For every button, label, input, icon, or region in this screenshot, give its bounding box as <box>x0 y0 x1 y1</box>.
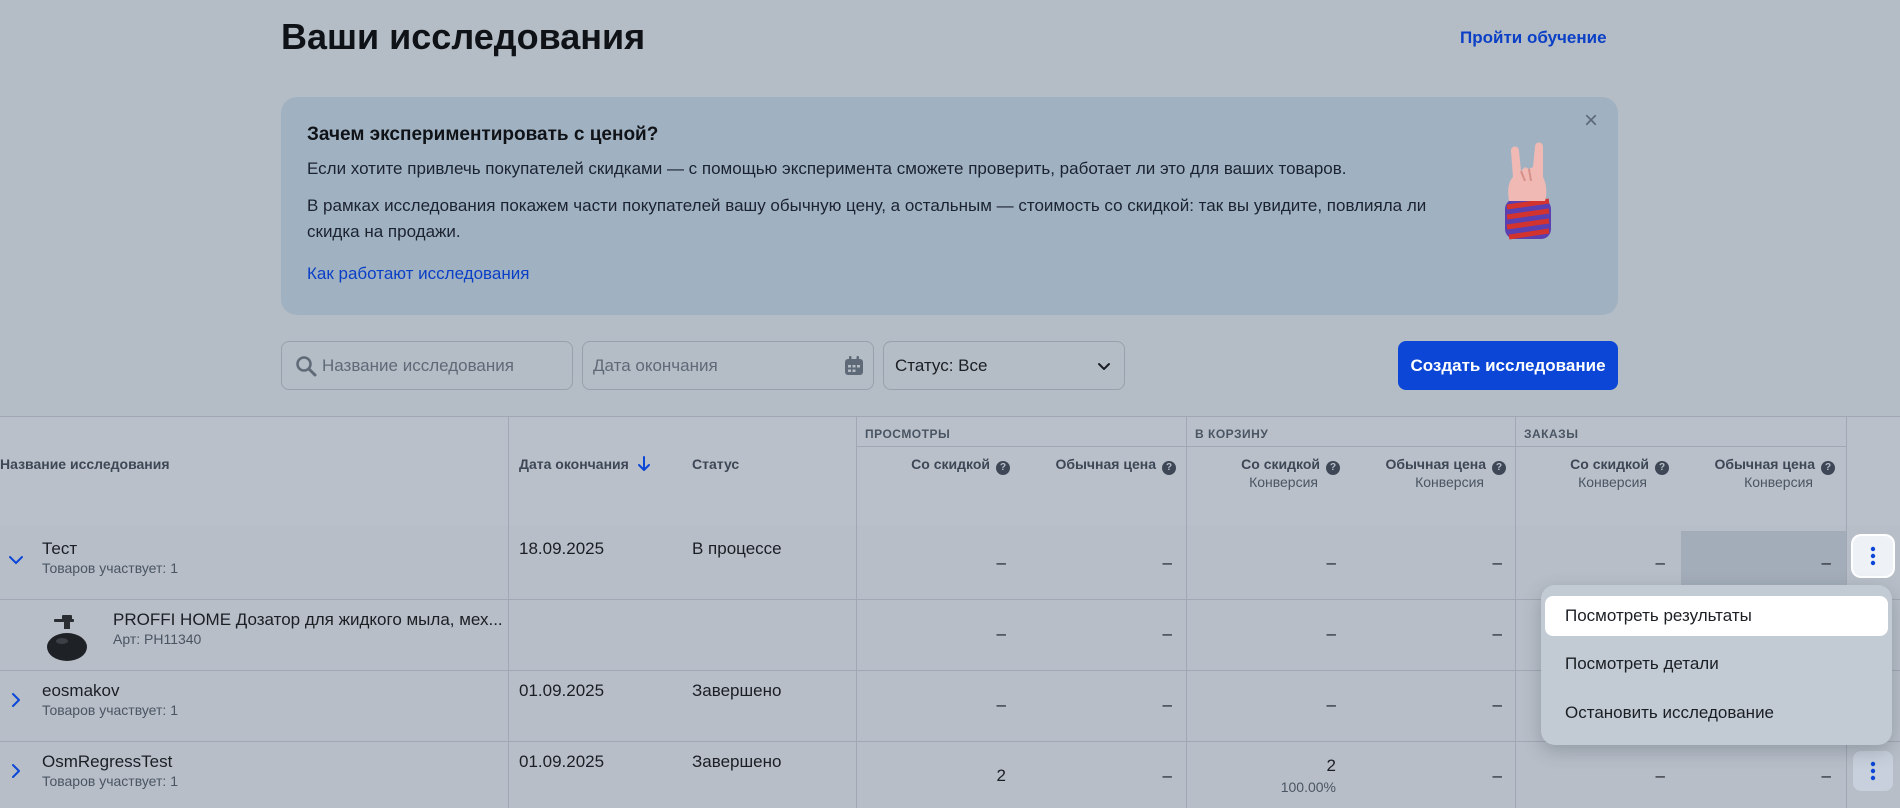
divider <box>508 416 509 808</box>
cart-discount-value: – <box>1326 624 1336 643</box>
study-name[interactable]: eosmakov <box>42 681 119 701</box>
end-date-input[interactable] <box>593 342 833 389</box>
study-items-count: Товаров участвует: 1 <box>42 560 178 576</box>
column-header-cart-regular: Обычная цена? <box>1385 456 1506 475</box>
views-regular-value: – <box>1162 624 1172 643</box>
chevron-down-icon[interactable] <box>8 552 24 568</box>
row-actions-button[interactable] <box>1853 536 1893 576</box>
banner-title: Зачем экспериментировать с ценой? <box>307 124 659 145</box>
cart-discount-conversion: 100.00% <box>1280 779 1336 795</box>
orders-regular-value: – <box>1821 553 1831 572</box>
info-banner: Зачем экспериментировать с ценой? Если х… <box>281 97 1618 315</box>
menu-item-view-results[interactable]: Посмотреть результаты <box>1545 596 1888 636</box>
cart-regular-value: – <box>1492 766 1502 785</box>
column-subheader-conversion: Конверсия <box>1744 474 1813 490</box>
divider <box>1186 416 1187 808</box>
search-input[interactable] <box>322 342 562 389</box>
help-icon[interactable]: ? <box>996 461 1010 475</box>
views-discount-value: 2 <box>996 766 1006 785</box>
orders-discount-value: – <box>1655 766 1665 785</box>
column-header-end-date-label: Дата окончания <box>519 456 629 472</box>
cart-discount-value: – <box>1326 553 1336 572</box>
page-title: Ваши исследования <box>281 16 646 57</box>
menu-item-stop-study[interactable]: Остановить исследование <box>1545 693 1888 733</box>
column-header-cart-discount: Со скидкой? <box>1241 456 1340 475</box>
views-discount-value: – <box>996 695 1006 714</box>
column-header-status: Статус <box>692 456 740 472</box>
column-subheader-conversion: Конверсия <box>1415 474 1484 490</box>
study-items-count: Товаров участвует: 1 <box>42 702 178 718</box>
more-vertical-icon <box>1870 761 1876 781</box>
menu-item-view-details[interactable]: Посмотреть детали <box>1545 644 1888 684</box>
create-study-button[interactable]: Создать исследование <box>1398 341 1618 390</box>
group-views-header: ПРОСМОТРЫ <box>865 427 951 441</box>
rock-hand-illustration <box>1505 142 1551 240</box>
divider <box>856 416 857 808</box>
study-items-count: Товаров участвует: 1 <box>42 773 178 789</box>
help-icon[interactable]: ? <box>1492 461 1506 475</box>
more-vertical-icon <box>1870 546 1876 566</box>
chevron-right-icon[interactable] <box>8 692 24 708</box>
product-name[interactable]: PROFFI HOME Дозатор для жидкого мыла, ме… <box>113 610 503 630</box>
study-end-date: 18.09.2025 <box>519 539 605 558</box>
cart-regular-value: – <box>1492 553 1502 572</box>
divider <box>1515 416 1516 808</box>
column-subheader-conversion: Конверсия <box>1578 474 1647 490</box>
row-actions-menu: Посмотреть результаты Посмотреть детали … <box>1541 585 1892 745</box>
column-header-views-regular: Обычная цена? <box>1055 456 1176 475</box>
column-header-name: Название исследования <box>0 456 170 472</box>
study-name[interactable]: Тест <box>42 539 77 559</box>
views-regular-value: – <box>1162 553 1172 572</box>
study-status: Завершено <box>692 681 782 700</box>
study-status: Завершено <box>692 752 782 771</box>
column-header-orders-discount: Со скидкой? <box>1570 456 1669 475</box>
help-icon[interactable]: ? <box>1162 461 1176 475</box>
column-subheader-conversion: Конверсия <box>1249 474 1318 490</box>
status-select-value: Статус: Все <box>895 356 988 375</box>
divider <box>0 416 1900 417</box>
product-thumbnail <box>47 615 87 661</box>
search-field[interactable] <box>281 341 573 390</box>
orders-regular-value: – <box>1821 766 1831 785</box>
how-it-works-link[interactable]: Как работают исследования <box>307 264 529 284</box>
study-status: В процессе <box>692 539 782 558</box>
views-discount-value: – <box>996 624 1006 643</box>
search-icon <box>296 356 317 377</box>
orders-discount-value: – <box>1655 553 1665 572</box>
cart-regular-value: – <box>1492 695 1502 714</box>
column-header-end-date[interactable]: Дата окончания <box>519 456 651 472</box>
row-actions-button[interactable] <box>1853 751 1893 791</box>
help-icon[interactable]: ? <box>1821 461 1835 475</box>
help-icon[interactable]: ? <box>1326 461 1340 475</box>
product-article: Арт: PH11340 <box>113 631 202 647</box>
banner-text-2: В рамках исследования покажем части поку… <box>307 196 1427 241</box>
group-orders-header: ЗАКАЗЫ <box>1524 427 1579 441</box>
calendar-icon[interactable] <box>843 355 865 377</box>
cart-discount-value: 2 <box>1326 756 1336 775</box>
divider <box>856 446 1846 447</box>
study-end-date: 01.09.2025 <box>519 681 605 700</box>
study-name[interactable]: OsmRegressTest <box>42 752 172 772</box>
cart-regular-value: – <box>1492 624 1502 643</box>
tutorial-link[interactable]: Пройти обучение <box>1460 28 1607 48</box>
status-select[interactable]: Статус: Все <box>883 341 1125 390</box>
views-discount-value: – <box>996 553 1006 572</box>
group-cart-header: В КОРЗИНУ <box>1195 427 1269 441</box>
column-header-orders-regular: Обычная цена? <box>1714 456 1835 475</box>
help-icon[interactable]: ? <box>1655 461 1669 475</box>
views-regular-value: – <box>1162 766 1172 785</box>
chevron-down-icon <box>1098 363 1110 370</box>
sort-arrow-down-icon[interactable] <box>637 456 651 472</box>
chevron-right-icon[interactable] <box>8 763 24 779</box>
views-regular-value: – <box>1162 695 1172 714</box>
cart-discount-value: – <box>1326 695 1336 714</box>
close-icon[interactable]: × <box>1579 109 1603 133</box>
end-date-field[interactable] <box>582 341 874 390</box>
column-header-views-discount: Со скидкой? <box>911 456 1010 475</box>
study-end-date: 01.09.2025 <box>519 752 605 771</box>
banner-text-1: Если хотите привлечь покупателей скидкам… <box>307 159 1347 178</box>
